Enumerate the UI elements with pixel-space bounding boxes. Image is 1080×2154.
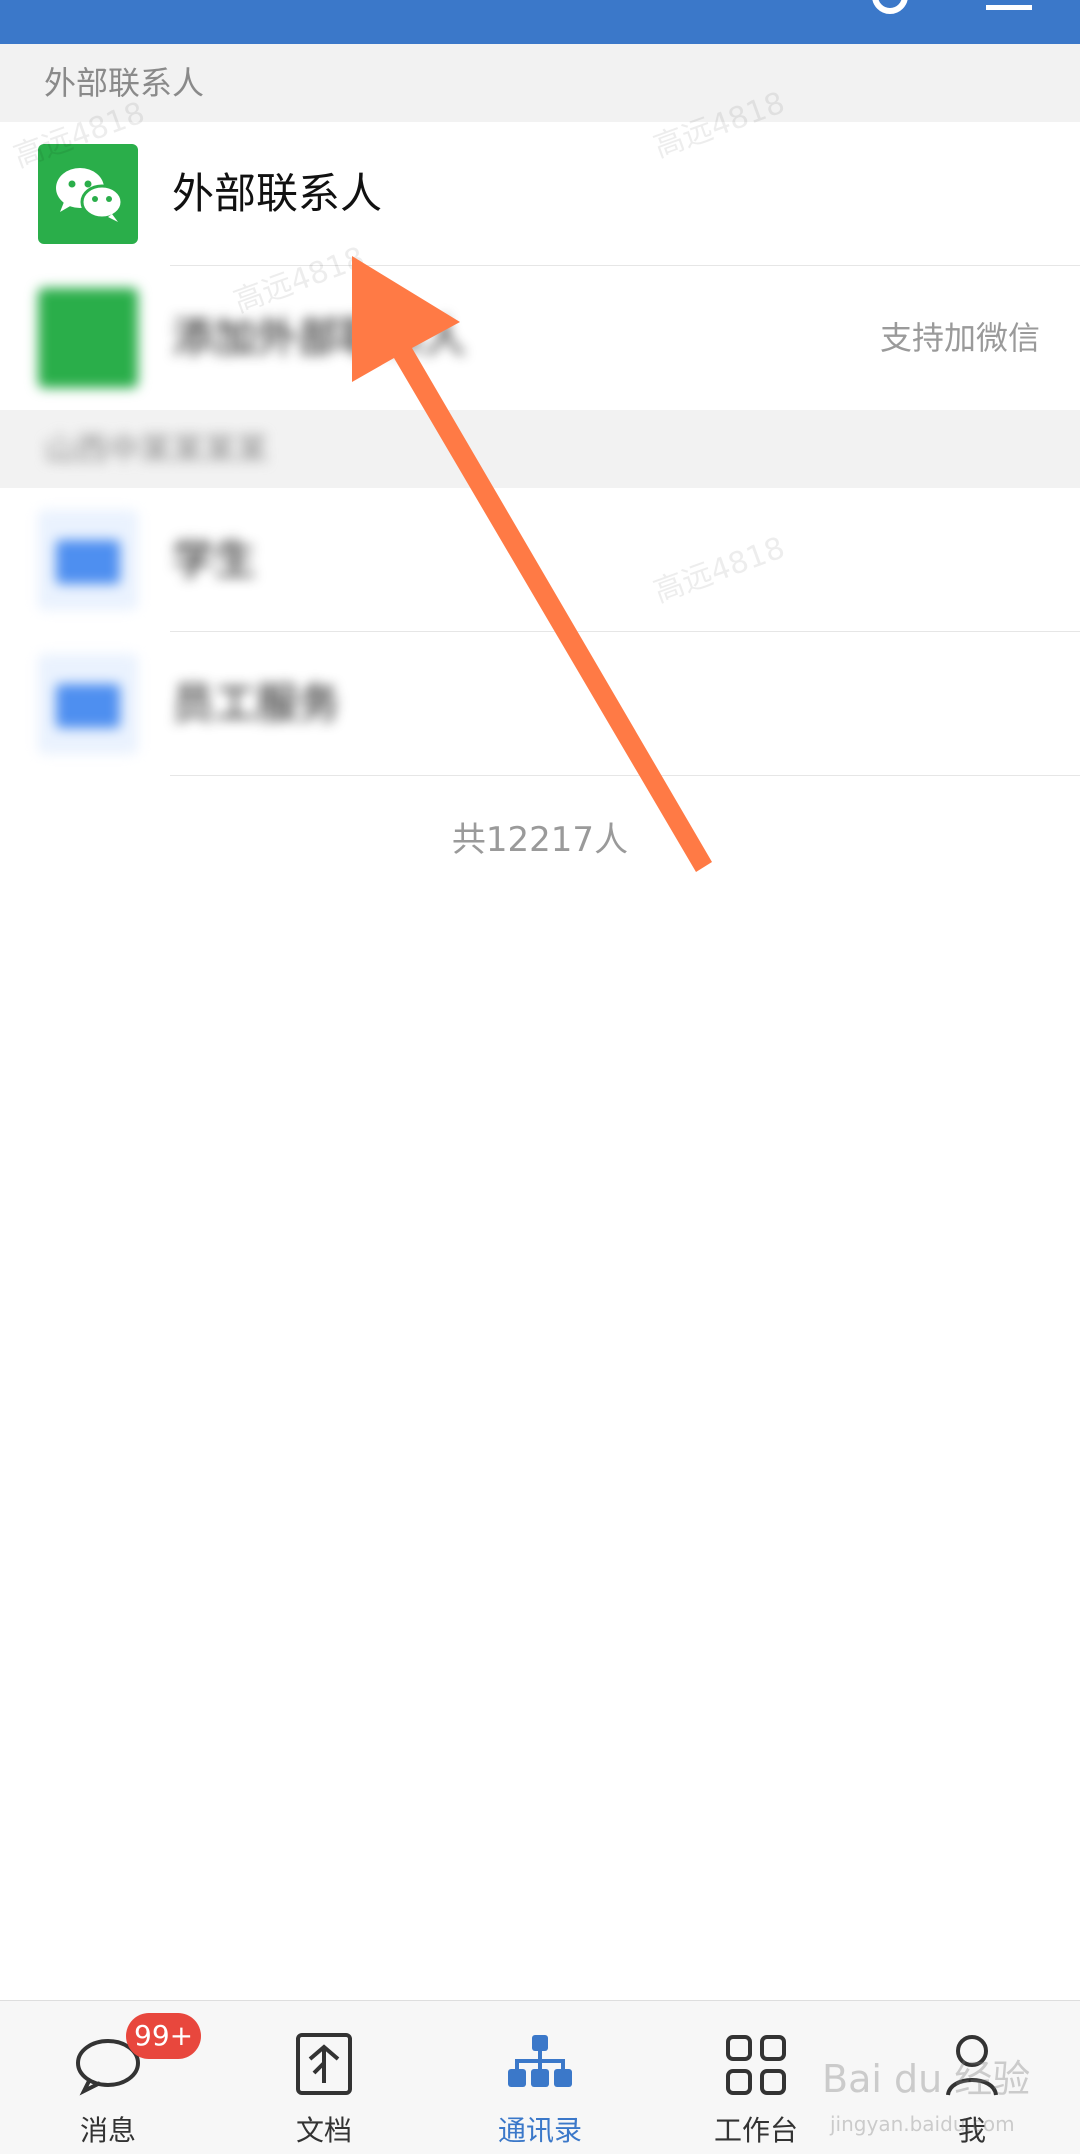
list-item-external-contacts[interactable]: 外部联系人 [0,122,1080,266]
tab-label: 文档 [295,2114,352,2147]
top-bar [0,0,1080,44]
section-header-external: 外部联系人 [0,44,1080,122]
list-item-staff-service[interactable]: 员工服务 [0,632,1080,776]
contacts-page: 外部联系人 外部联系人 添加外部联系人 支持加微信 山西中某某某某 学生 员工服… [0,0,1080,2154]
document-icon [296,2033,352,2095]
tab-contacts[interactable]: 通讯录 [432,2001,648,2154]
unread-badge: 99+ [126,2013,202,2059]
list-item-label: 员工服务 [172,679,341,728]
list-item-hint: 支持加微信 [879,319,1040,357]
org-chart-icon [508,2035,572,2087]
list-item-label: 学生 [172,535,257,584]
list-item-add-external-contact[interactable]: 添加外部联系人 支持加微信 [0,266,1080,410]
divider [170,775,1080,776]
folder-icon [38,654,138,754]
folder-icon [38,510,138,610]
tab-label: 消息 [79,2114,136,2147]
list-item-students[interactable]: 学生 [0,488,1080,632]
menu-icon[interactable] [986,0,1032,10]
section-header-organization: 山西中某某某某 [0,410,1080,488]
add-contact-icon [38,288,138,388]
grid-icon [726,2035,786,2095]
tab-documents[interactable]: 文档 [216,2001,432,2154]
tab-label: 通讯录 [497,2114,582,2147]
search-icon[interactable] [872,0,908,14]
total-count: 共12217人 [451,820,629,860]
brand-watermark: Bai du 经验 [822,2057,1031,2101]
tab-messages[interactable]: 99+ 消息 [0,2001,216,2154]
brand-watermark-url: jingyan.baidu.com [830,2112,1015,2136]
